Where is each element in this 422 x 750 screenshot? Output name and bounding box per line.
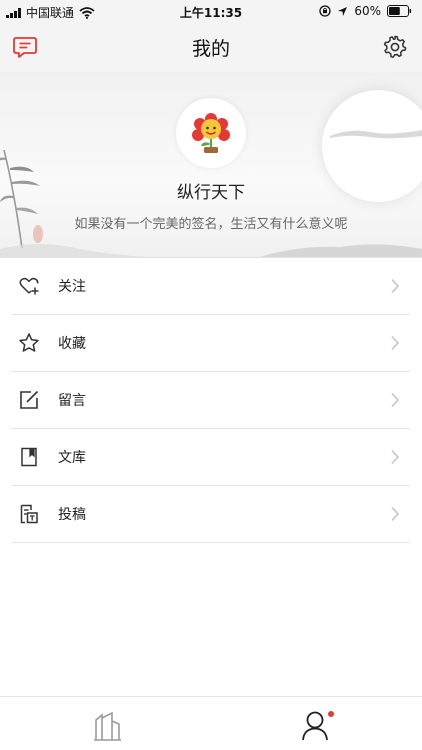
notification-badge — [328, 711, 334, 717]
menu-item-library[interactable]: 文库 — [12, 429, 410, 486]
status-right: 60% — [319, 4, 412, 18]
menu-item-follow[interactable]: 关注 — [12, 258, 410, 315]
book-icon — [18, 446, 40, 468]
star-icon — [18, 332, 40, 354]
chevron-right-icon — [391, 278, 400, 294]
screen: 中国联通 上午11:35 60% 我的 纵行天下 如果没有一个完美的签名，生活又… — [0, 0, 422, 750]
nickname: 纵行天下 — [177, 183, 245, 203]
location-icon — [338, 6, 348, 16]
menu-list: 关注 收藏 留言 文库 投稿 — [0, 258, 422, 543]
profile-banner: 纵行天下 如果没有一个完美的签名，生活又有什么意义呢 — [0, 72, 422, 258]
avatar[interactable] — [176, 98, 246, 168]
menu-label-favorites: 收藏 — [58, 336, 86, 352]
battery-icon — [387, 5, 412, 17]
mist-decoration — [330, 130, 422, 139]
menu-label-submit: 投稿 — [58, 507, 86, 523]
nav-bar: 我的 — [0, 22, 422, 72]
home-icon[interactable] — [92, 711, 122, 741]
mountains-decoration — [0, 244, 422, 257]
battery-percent: 60% — [354, 4, 381, 18]
tab-bar — [0, 696, 422, 750]
edit-icon — [18, 389, 40, 411]
menu-item-favorites[interactable]: 收藏 — [12, 315, 410, 372]
chevron-right-icon — [391, 335, 400, 351]
gear-icon[interactable] — [382, 34, 408, 60]
submit-icon — [18, 503, 40, 525]
menu-label-library: 文库 — [58, 450, 86, 466]
flower-avatar-icon — [192, 113, 230, 153]
chevron-right-icon — [391, 449, 400, 465]
page-title: 我的 — [191, 38, 230, 60]
menu-label-messages: 留言 — [58, 393, 86, 409]
status-bar: 中国联通 上午11:35 60% — [0, 0, 422, 22]
menu-item-submit[interactable]: 投稿 — [12, 486, 410, 543]
heart-plus-icon — [18, 275, 40, 297]
menu-item-messages[interactable]: 留言 — [12, 372, 410, 429]
menu-label-follow: 关注 — [58, 279, 86, 295]
chevron-right-icon — [391, 392, 400, 408]
chevron-right-icon — [391, 506, 400, 522]
rotation-lock-icon — [319, 5, 331, 17]
